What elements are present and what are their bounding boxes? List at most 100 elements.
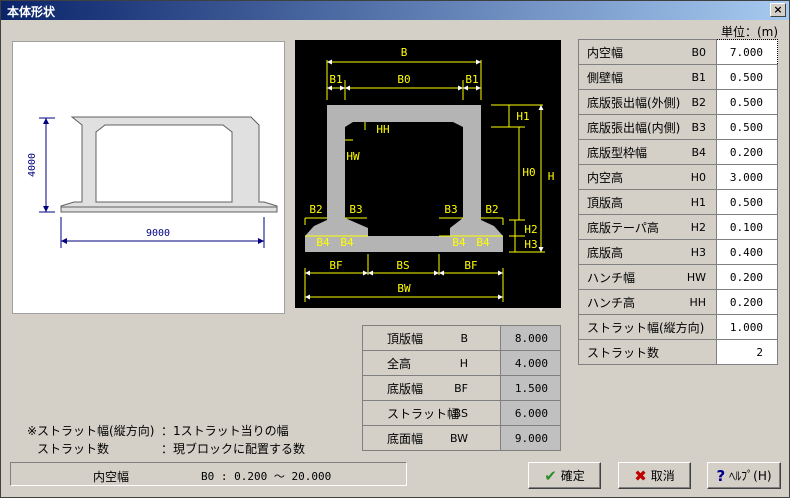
preview-height-label: 4000 <box>27 153 38 177</box>
param-label: 底版高 H3 <box>578 239 717 265</box>
result-value: 4.000 <box>500 350 561 376</box>
param-label-text: 頂版高 <box>587 195 624 210</box>
dim-label-H3: H3 <box>524 238 537 251</box>
result-symbol: BS <box>453 407 468 420</box>
result-row: 底面幅 BW 9.000 <box>362 425 561 451</box>
cancel-button-label: 取消 <box>650 469 675 483</box>
dim-label-B4-1: B4 <box>316 236 330 249</box>
dim-label-B3-right: B3 <box>444 203 457 216</box>
unit-label: 単位：(m) <box>721 25 779 39</box>
dim-label-BW: BW <box>397 282 411 295</box>
result-label-text: ストラット幅 <box>387 406 460 421</box>
param-label-text: ストラット数 <box>587 345 660 360</box>
note-row: ストラット数 ：現ブロックに配置する数 <box>27 440 305 458</box>
status-field: 内空幅 <box>93 470 130 484</box>
param-symbol: B4 <box>691 146 706 159</box>
result-symbol: BW <box>449 432 468 445</box>
param-row: ハンチ高 HH 0.200 <box>578 289 778 315</box>
dim-label-B4-2: B4 <box>340 236 354 249</box>
param-symbol: H3 <box>690 246 706 259</box>
check-icon: ✔ <box>544 466 557 485</box>
result-row: 底版幅 BF 1.500 <box>362 375 561 401</box>
param-label: ハンチ幅 HW <box>578 264 717 290</box>
param-label: ストラット幅(縦方向) <box>578 314 717 340</box>
dim-label-B3-left: B3 <box>349 203 362 216</box>
title-bar: 本体形状 × <box>1 1 789 20</box>
param-label-text: ストラット幅(縦方向) <box>587 320 705 335</box>
note-value: ：1ストラット当りの幅 <box>161 424 289 438</box>
param-value-field[interactable]: 0.200 <box>716 264 778 290</box>
param-value-field[interactable]: 0.500 <box>716 64 778 90</box>
dim-label-H: H <box>548 170 555 183</box>
param-row: ストラット数 2 <box>578 339 778 365</box>
ok-button-label: 確定 <box>560 469 585 483</box>
param-label-text: 底版張出幅(内側) <box>587 120 681 135</box>
status-range: B0 : 0.200 ～ 20.000 <box>201 470 332 483</box>
param-label: 底版張出幅(内側) B3 <box>578 114 717 140</box>
dim-label-B: B <box>401 46 408 59</box>
result-label: 底面幅 BW <box>362 425 501 451</box>
param-label: 内空幅 B0 <box>578 39 717 65</box>
param-label-text: 底版高 <box>587 245 624 260</box>
param-value-field[interactable]: 0.200 <box>716 139 778 165</box>
result-table: 頂版幅 B 8.000 全高 H 4.000 底版幅 BF 1.500 ストラット幅 BS 6.000… <box>362 325 561 451</box>
note-value: ：現ブロックに配置する数 <box>161 442 306 456</box>
param-label-text: ハンチ高 <box>587 295 636 310</box>
param-value-field[interactable]: 7.000 <box>716 39 778 65</box>
param-value-field[interactable]: 0.500 <box>716 89 778 115</box>
close-button[interactable]: × <box>770 3 786 17</box>
param-label: ハンチ高 HH <box>578 289 717 315</box>
dimension-diagram: B B1 B0 B1 H1 HH HW H0 H B2 B3 B3 B2 H2 … <box>295 40 561 308</box>
result-label-text: 頂版幅 <box>387 331 424 346</box>
result-label: 底版幅 BF <box>362 375 501 401</box>
dim-label-HW: HW <box>346 150 360 163</box>
param-symbol: H1 <box>690 196 706 209</box>
result-row: 頂版幅 B 8.000 <box>362 325 561 351</box>
param-value-field[interactable]: 0.200 <box>716 289 778 315</box>
param-label: 頂版高 H1 <box>578 189 717 215</box>
result-value: 8.000 <box>500 325 561 351</box>
cancel-button[interactable]: ✖ 取消 <box>618 462 691 489</box>
param-label: 底版テーパ高 H2 <box>578 214 717 240</box>
param-value-field[interactable]: 3.000 <box>716 164 778 190</box>
dim-label-B4-3: B4 <box>452 236 466 249</box>
result-label-text: 底版幅 <box>387 381 424 396</box>
param-label: 底版型枠幅 B4 <box>578 139 717 165</box>
result-symbol: BF <box>454 382 468 395</box>
param-label: 内空高 H0 <box>578 164 717 190</box>
help-button[interactable]: ? ﾍﾙﾌﾟ(H) <box>707 462 781 489</box>
dim-label-B0: B0 <box>397 73 410 86</box>
dim-label-BS: BS <box>396 259 409 272</box>
dim-label-H2: H2 <box>524 223 537 236</box>
param-value-field[interactable]: 2 <box>716 339 778 365</box>
result-row: ストラット幅 BS 6.000 <box>362 400 561 426</box>
param-row: 内空高 H0 3.000 <box>578 164 778 190</box>
param-value-field[interactable]: 0.400 <box>716 239 778 265</box>
help-button-label: ﾍﾙﾌﾟ(H) <box>729 469 772 483</box>
param-value-field[interactable]: 0.100 <box>716 214 778 240</box>
ok-button[interactable]: ✔ 確定 <box>528 462 601 489</box>
status-bar: 内空幅 B0 : 0.200 ～ 20.000 <box>10 462 407 486</box>
note-key: ストラット数 <box>37 442 110 456</box>
dim-label-H0: H0 <box>522 166 535 179</box>
result-label-text: 底面幅 <box>387 431 424 446</box>
dialog-window: 本体形状 × 単位：(m) 4000 9000 B B1 B0 B1 H1 HH… <box>0 0 790 498</box>
param-value-field[interactable]: 0.500 <box>716 114 778 140</box>
note-key: ※ストラット幅(縦方向) <box>27 424 155 438</box>
window-title: 本体形状 <box>7 5 56 19</box>
param-symbol: B0 <box>691 46 706 59</box>
param-row: 頂版高 H1 0.500 <box>578 189 778 215</box>
cross-icon: ✖ <box>634 466 647 485</box>
param-symbol: H0 <box>690 171 706 184</box>
result-symbol: B <box>460 332 468 345</box>
param-symbol: HW <box>686 271 706 284</box>
param-value-field[interactable]: 0.500 <box>716 189 778 215</box>
param-value-field[interactable]: 1.000 <box>716 314 778 340</box>
param-row: 側壁幅 B1 0.500 <box>578 64 778 90</box>
param-row: 底版型枠幅 B4 0.200 <box>578 139 778 165</box>
preview-drawing: 4000 9000 <box>27 116 278 248</box>
result-label: ストラット幅 BS <box>362 400 501 426</box>
dim-label-BF-left: BF <box>329 259 342 272</box>
param-row: 底版張出幅(外側) B2 0.500 <box>578 89 778 115</box>
param-symbol: H2 <box>690 221 706 234</box>
